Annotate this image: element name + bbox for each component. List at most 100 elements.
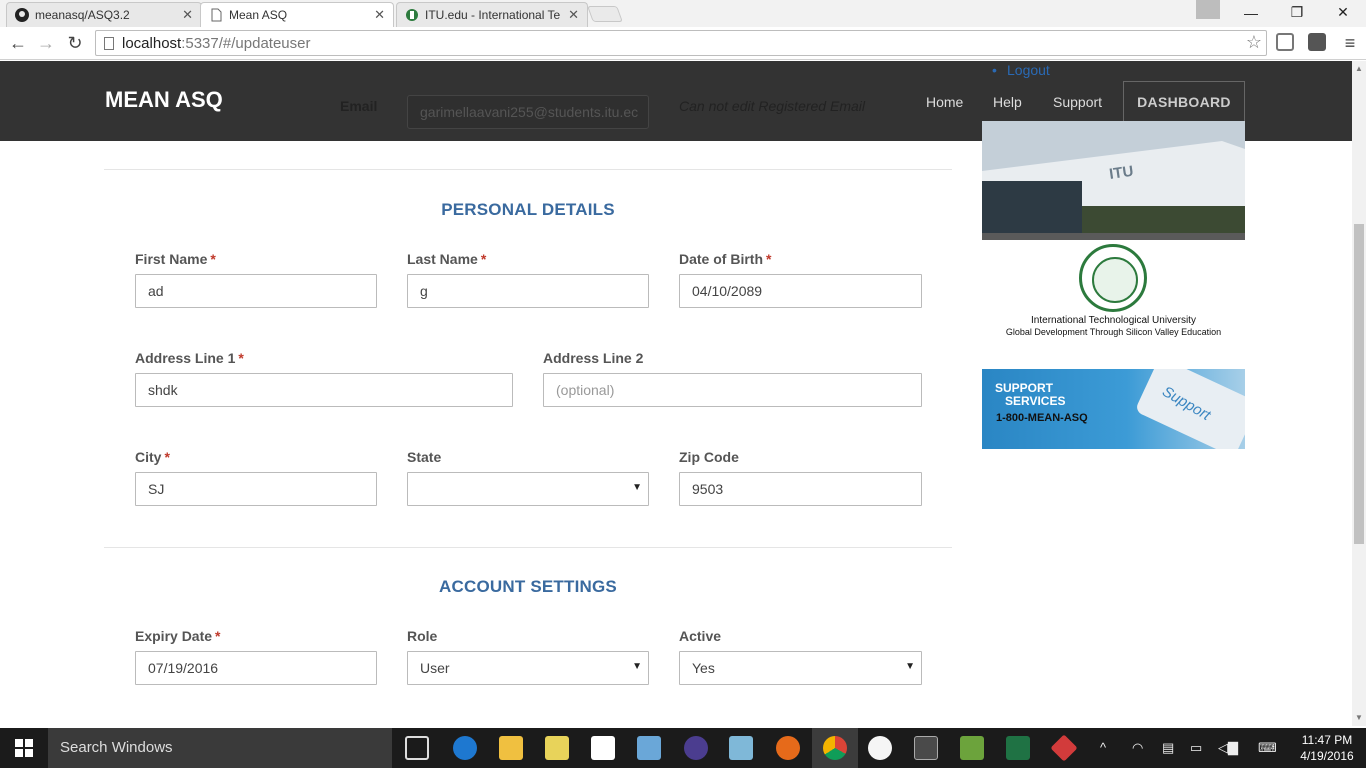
network-icon[interactable]: ▤: [1162, 740, 1174, 756]
reload-icon[interactable]: ↻: [62, 31, 88, 55]
back-icon[interactable]: ←: [5, 31, 31, 55]
tab-title: ITU.edu - International Te: [425, 8, 561, 22]
bulb-icon[interactable]: [868, 736, 892, 760]
chevron-up-icon[interactable]: ^: [1100, 740, 1106, 755]
role-select[interactable]: User ▼: [407, 651, 649, 685]
address-bar[interactable]: localhost:5337/#/updateuser ☆: [95, 30, 1267, 56]
taskbar-search-input[interactable]: Search Windows: [48, 728, 392, 768]
active-select[interactable]: Yes ▼: [679, 651, 922, 685]
university-tagline: Global Development Through Silicon Valle…: [1005, 327, 1222, 337]
state-label: State: [407, 449, 442, 465]
folder-icon[interactable]: [545, 736, 569, 760]
extension-icon[interactable]: [1308, 33, 1326, 51]
address2-field[interactable]: (optional): [543, 373, 922, 407]
clock-date: 4/19/2016: [1300, 749, 1354, 763]
tab-title: meanasq/ASQ3.2: [35, 8, 130, 22]
close-icon[interactable]: ✕: [568, 7, 579, 23]
eclipse-icon[interactable]: [684, 736, 708, 760]
chrome-icon[interactable]: [823, 736, 847, 760]
paint-icon[interactable]: [637, 736, 661, 760]
scroll-up-icon[interactable]: ▲: [1355, 64, 1363, 73]
firefox-icon[interactable]: [776, 736, 800, 760]
chart-app-icon[interactable]: [960, 736, 984, 760]
clock-time: 11:47 PM: [1301, 733, 1353, 747]
taskbar-clock[interactable]: 11:47 PM 4/19/2016: [1296, 732, 1358, 764]
account-settings-heading: ACCOUNT SETTINGS: [439, 577, 617, 596]
user-profile-icon[interactable]: [1196, 0, 1220, 19]
tab-mean-asq[interactable]: Mean ASQ ✕: [200, 2, 394, 27]
amazon-icon[interactable]: [591, 736, 615, 760]
extension-icon[interactable]: [1276, 33, 1294, 51]
dashboard-button[interactable]: DASHBOARD: [1123, 81, 1245, 123]
page-info-icon[interactable]: [104, 36, 114, 50]
menu-icon[interactable]: ≡: [1337, 31, 1363, 55]
bookmark-star-icon[interactable]: ☆: [1246, 32, 1262, 53]
keyboard-icon[interactable]: ⌨: [1258, 740, 1277, 756]
state-select[interactable]: ▼: [407, 472, 649, 506]
sublime-icon[interactable]: [914, 736, 938, 760]
browser-toolbar: ← → ↻ localhost:5337/#/updateuser ☆ ≡: [0, 27, 1366, 60]
nav-support[interactable]: Support: [1053, 94, 1102, 110]
dob-field[interactable]: 04/10/2089: [679, 274, 922, 308]
brand-logo[interactable]: MEAN ASQ: [105, 87, 223, 113]
itu-building-image: ITU: [982, 121, 1245, 240]
zip-field[interactable]: 9503: [679, 472, 922, 506]
address1-field[interactable]: shdk: [135, 373, 513, 407]
close-icon[interactable]: ✕: [374, 7, 385, 23]
support-phone: 1-800-MEAN-ASQ: [996, 412, 1088, 424]
new-tab-button[interactable]: [587, 6, 623, 22]
url-path: :5337/#/updateuser: [181, 34, 311, 52]
active-value: Yes: [692, 660, 715, 676]
zip-label: Zip Code: [679, 449, 739, 465]
city-field[interactable]: SJ: [135, 472, 377, 506]
tab-itu[interactable]: ITU.edu - International Te ✕: [396, 2, 588, 27]
close-window-icon[interactable]: ✕: [1320, 0, 1366, 25]
itu-favicon-icon: [405, 8, 419, 22]
github-icon: [15, 8, 29, 22]
wifi-icon[interactable]: ◠: [1132, 740, 1143, 756]
personal-details-heading: PERSONAL DETAILS: [441, 200, 615, 219]
restore-icon[interactable]: ❐: [1274, 0, 1320, 25]
last-name-label: Last Name *: [407, 251, 487, 267]
last-name-field[interactable]: g: [407, 274, 649, 308]
support-title: SUPPORT SERVICES: [995, 381, 1066, 408]
nav-home[interactable]: Home: [926, 94, 963, 110]
windows-start-icon[interactable]: [0, 728, 48, 768]
university-name: International Technological University: [1031, 315, 1196, 326]
forward-icon[interactable]: →: [33, 31, 59, 55]
notifications-icon[interactable]: ▇: [1228, 740, 1238, 756]
expiry-field[interactable]: 07/19/2016: [135, 651, 377, 685]
expiry-label: Expiry Date *: [135, 628, 221, 644]
notepad-icon[interactable]: [729, 736, 753, 760]
battery-icon[interactable]: ▭: [1190, 740, 1202, 756]
divider: [104, 547, 952, 548]
close-icon[interactable]: ✕: [182, 7, 193, 23]
windows-taskbar: Search Windows ^ ◠ ▤ ▭ ◁ ▇ ⌨ 11:47 PM 4/…: [0, 728, 1366, 768]
nav-help[interactable]: Help: [993, 94, 1022, 110]
logout-link[interactable]: Logout: [992, 62, 1050, 78]
edge-icon[interactable]: [453, 736, 477, 760]
minimize-icon[interactable]: —: [1228, 0, 1274, 25]
task-view-icon[interactable]: [405, 736, 429, 760]
scroll-down-icon[interactable]: ▼: [1355, 713, 1363, 722]
email-note: Can not edit Registered Email: [679, 98, 865, 114]
file-explorer-icon[interactable]: [499, 736, 523, 760]
tab-github[interactable]: meanasq/ASQ3.2 ✕: [6, 2, 202, 27]
university-seal-icon: [1079, 244, 1147, 312]
window-controls: — ❐ ✕: [1228, 0, 1366, 25]
email-field[interactable]: garimellaavani255@students.itu.ec: [407, 95, 649, 129]
address1-label: Address Line 1 *: [135, 350, 244, 366]
support-banner[interactable]: Support SUPPORT SERVICES 1-800-MEAN-ASQ: [982, 369, 1245, 449]
address2-label: Address Line 2: [543, 350, 644, 366]
email-label: Email: [340, 98, 378, 114]
dob-label: Date of Birth *: [679, 251, 772, 267]
page-icon: [209, 8, 223, 22]
scroll-thumb[interactable]: [1354, 224, 1364, 544]
page-scrollbar[interactable]: ▲ ▼: [1352, 61, 1366, 726]
volume-icon[interactable]: ◁: [1218, 740, 1228, 756]
first-name-field[interactable]: ad: [135, 274, 377, 308]
active-label: Active: [679, 628, 722, 644]
dropdown-arrow-icon: ▼: [905, 661, 915, 672]
git-icon[interactable]: [1050, 734, 1078, 762]
excel-icon[interactable]: [1006, 736, 1030, 760]
